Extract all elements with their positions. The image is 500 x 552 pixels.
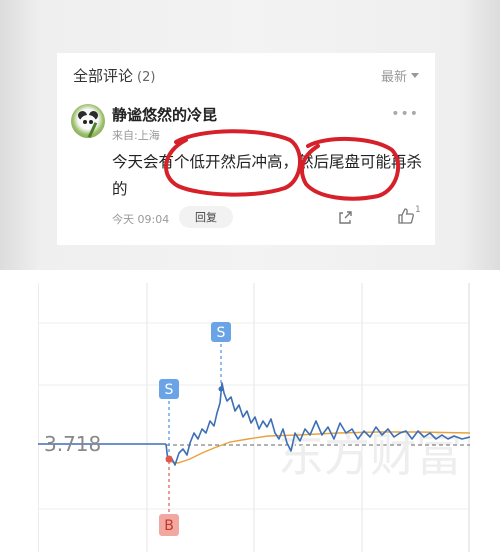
comments-count: (2)	[137, 69, 156, 85]
comment-timestamp: 今天 09:04	[112, 213, 170, 226]
comments-title: 全部评论	[73, 66, 134, 85]
svg-text:S: S	[217, 325, 226, 341]
like-count: 1	[415, 205, 421, 215]
username[interactable]: 静谧悠然的冷昆	[112, 104, 217, 125]
like-icon[interactable]	[397, 207, 415, 225]
more-options-icon[interactable]: •••	[391, 106, 419, 122]
svg-text:B: B	[164, 518, 174, 534]
svg-text:S: S	[165, 382, 174, 398]
sort-label: 最新	[380, 69, 407, 85]
comments-card: 全部评论 (2) 最新 静谧悠然的冷昆 来自:上海 ••• 今天会有个低开然后冲…	[57, 53, 435, 245]
caret-down-icon	[411, 72, 419, 78]
comments-header: 全部评论 (2) 最新	[73, 63, 419, 87]
share-icon[interactable]	[337, 210, 353, 226]
sort-dropdown[interactable]: 最新	[381, 66, 419, 85]
reply-button[interactable]: 回复	[179, 206, 233, 228]
price-label: 3.718	[44, 432, 102, 456]
avatar[interactable]	[71, 104, 105, 138]
location-label: 来自:上海	[112, 129, 160, 142]
intraday-chart: 东方财富 S S B	[38, 283, 470, 552]
comments-title-group: 全部评论 (2)	[73, 65, 155, 86]
comment-text: 今天会有个低开然后冲高，然后尾盘可能再杀的	[112, 153, 423, 198]
